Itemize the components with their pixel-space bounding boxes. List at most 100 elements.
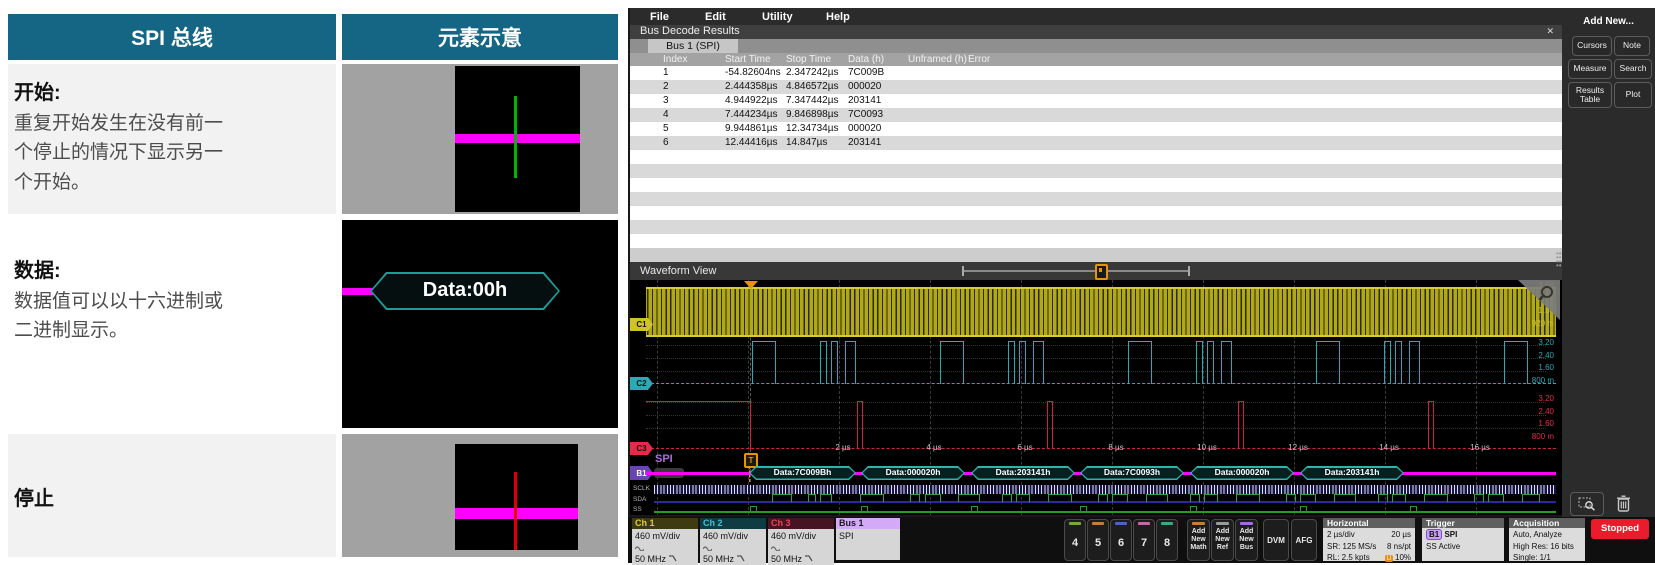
trigger-title: Trigger — [1422, 518, 1504, 528]
results-column-header: Index Start Time Stop Time Data (h) Unframed… — [630, 53, 1562, 66]
menu-edit[interactable]: Edit — [705, 11, 726, 23]
add-new-results-table-button[interactable]: Results Table — [1568, 82, 1612, 108]
start-description: 重复开始发生在没有前一 个停止的情况下显示另一 个开始。 — [14, 109, 336, 197]
sda-pulse — [1300, 494, 1316, 502]
ch2-pulse — [1316, 341, 1340, 384]
frame-label: Data:203141h — [1300, 467, 1404, 477]
col-header-unframed-h-[interactable]: Unframed (h) — [908, 54, 967, 65]
cell: 2.347242µs — [786, 67, 838, 78]
trigger-slider-icon[interactable] — [1095, 264, 1108, 280]
channel-settings-ch2[interactable]: Ch 2460 mV/div50 MHz — [700, 518, 766, 560]
bus-trigger-flag-icon[interactable]: T — [744, 453, 758, 468]
col-header-error[interactable]: Error — [968, 54, 990, 65]
tab-bus1-spi[interactable]: Bus 1 (SPI) — [648, 39, 738, 53]
channel-button-8[interactable]: 8 — [1156, 519, 1178, 561]
data-title: 数据: — [14, 254, 336, 283]
trigger-panel[interactable]: TriggerB1 SPISS Active — [1422, 518, 1504, 560]
sda-pulse — [1098, 494, 1108, 502]
sclk-ticks — [654, 485, 1556, 494]
ss-notch — [1410, 506, 1417, 512]
add-new-bus-button[interactable]: Add New Bus — [1235, 519, 1258, 561]
channel-settings-ch1[interactable]: Ch 1460 mV/div50 MHz — [632, 518, 698, 560]
col-header-index[interactable]: Index — [663, 54, 687, 65]
stopped-button[interactable]: Stopped — [1591, 519, 1649, 539]
channel-settings-ch3[interactable]: Ch 3460 mV/div50 MHz — [768, 518, 834, 560]
cell: 4.846572µs — [786, 81, 838, 92]
sda-pulse — [1334, 494, 1356, 502]
scale-label-c2: 3.20 — [1538, 338, 1554, 347]
channel-details: 460 mV/div50 MHz — [768, 529, 834, 565]
acquisition-panel[interactable]: AcquisitionAuto, AnalyzeHigh Res: 16 bit… — [1509, 518, 1585, 560]
stop-illustration — [342, 434, 618, 557]
sda-pulse — [958, 494, 980, 502]
add-new-cursors-button[interactable]: Cursors — [1572, 36, 1612, 56]
afg-button[interactable]: AFG — [1291, 519, 1317, 561]
scale-label-c3: 2.40 — [1538, 407, 1554, 416]
results-panel-title: Bus Decode Results — [640, 25, 740, 37]
col-header-start-time[interactable]: Start Time — [725, 54, 771, 65]
data-illustration: Data:00h — [342, 220, 618, 428]
col-header-stop-time[interactable]: Stop Time — [786, 54, 831, 65]
zoom-tool-button[interactable] — [1570, 492, 1604, 516]
table-row[interactable] — [630, 164, 1562, 178]
ch2-pulse — [1221, 341, 1232, 384]
ch2-pulse — [820, 341, 827, 384]
add-new-measure-button[interactable]: Measure — [1568, 59, 1612, 79]
grid-line-h — [646, 402, 1546, 403]
cell: 7C009B — [848, 67, 884, 78]
table-header-spi-bus: SPI 总线 — [8, 14, 336, 60]
channel-badge-c2[interactable]: C2 — [630, 377, 653, 390]
ss-notch — [861, 506, 868, 512]
table-row[interactable] — [630, 206, 1562, 220]
table-row[interactable] — [630, 192, 1562, 206]
add-new-search-button[interactable]: Search — [1614, 59, 1652, 79]
start-marker-line — [514, 96, 517, 178]
add-new-ref-button[interactable]: Add New Ref — [1211, 519, 1234, 561]
horizontal-panel[interactable]: Horizontal2 µs/div20 µsSR: 125 MS/s8 ns/… — [1323, 518, 1415, 560]
cell: 14.847µs — [786, 137, 827, 148]
channel-button-6[interactable]: 6 — [1110, 519, 1132, 561]
menu-utility[interactable]: Utility — [762, 11, 793, 23]
time-label: 2 µs — [835, 443, 850, 452]
channel-button-5[interactable]: 5 — [1087, 519, 1109, 561]
add-new-note-button[interactable]: Note — [1614, 36, 1650, 56]
menu-file[interactable]: File — [650, 11, 669, 23]
col-header-data-h-[interactable]: Data (h) — [848, 54, 884, 65]
results-tab-bar: Bus 1 (SPI) — [630, 39, 1562, 53]
pan-zoom-slider[interactable] — [964, 270, 1190, 272]
add-new-math-button[interactable]: Add New Math — [1187, 519, 1210, 561]
channel-button-7[interactable]: 7 — [1133, 519, 1155, 561]
channel-button-4[interactable]: 4 — [1064, 519, 1086, 561]
table-row[interactable]: 47.444234µs9.846898µs7C0093 — [630, 108, 1562, 122]
add-new-plot-button[interactable]: Plot — [1614, 82, 1652, 108]
trash-button[interactable] — [1610, 492, 1636, 514]
channel-settings-bus1[interactable]: Bus 1SPI — [836, 518, 900, 560]
waveform-plot[interactable]: 2 µs4 µs6 µs8 µs10 µs12 µs14 µs16 µsC1C2… — [630, 280, 1562, 515]
table-row[interactable]: 1-54.82604ns2.347242µs7C009B — [630, 66, 1562, 80]
time-label: 12 µs — [1288, 443, 1308, 452]
table-row[interactable] — [630, 150, 1562, 164]
trigger-icon[interactable] — [744, 281, 758, 289]
close-icon[interactable]: ✕ — [1546, 26, 1554, 37]
table-row[interactable] — [630, 220, 1562, 234]
trash-icon — [1616, 495, 1631, 512]
table-row[interactable]: 22.444358µs4.846572µs000020 — [630, 80, 1562, 94]
dvm-button[interactable]: DVM — [1263, 519, 1289, 561]
results-panel-titlebar[interactable]: Bus Decode Results ✕ — [630, 25, 1562, 39]
menu-help[interactable]: Help — [826, 11, 850, 23]
table-row[interactable]: 59.944861µs12.34734µs000020 — [630, 122, 1562, 136]
sda-pulse — [1474, 494, 1484, 502]
cell: 2.444358µs — [725, 81, 777, 92]
screenshot-root: SPI 总线 元素示意 开始: 重复开始发生在没有前一 个停止的情况下显示另一 … — [0, 0, 1655, 565]
trigger-source-badge: B1 — [1426, 529, 1442, 540]
ch3-spike — [857, 401, 863, 449]
data-description: 数据值可以以十六进制或 二进制显示。 — [14, 287, 336, 346]
table-row[interactable]: 34.944922µs7.347442µs203141 — [630, 94, 1562, 108]
table-row[interactable] — [630, 178, 1562, 192]
panel-divider-handle[interactable]: •••••••• — [1556, 252, 1561, 278]
table-row[interactable]: 612.44416µs14.847µs203141 — [630, 136, 1562, 150]
bus-trigger-stem — [749, 466, 750, 482]
table-row[interactable] — [630, 234, 1562, 248]
cell: 2 — [663, 81, 669, 92]
waveform-titlebar[interactable]: Waveform View — [630, 262, 1562, 280]
